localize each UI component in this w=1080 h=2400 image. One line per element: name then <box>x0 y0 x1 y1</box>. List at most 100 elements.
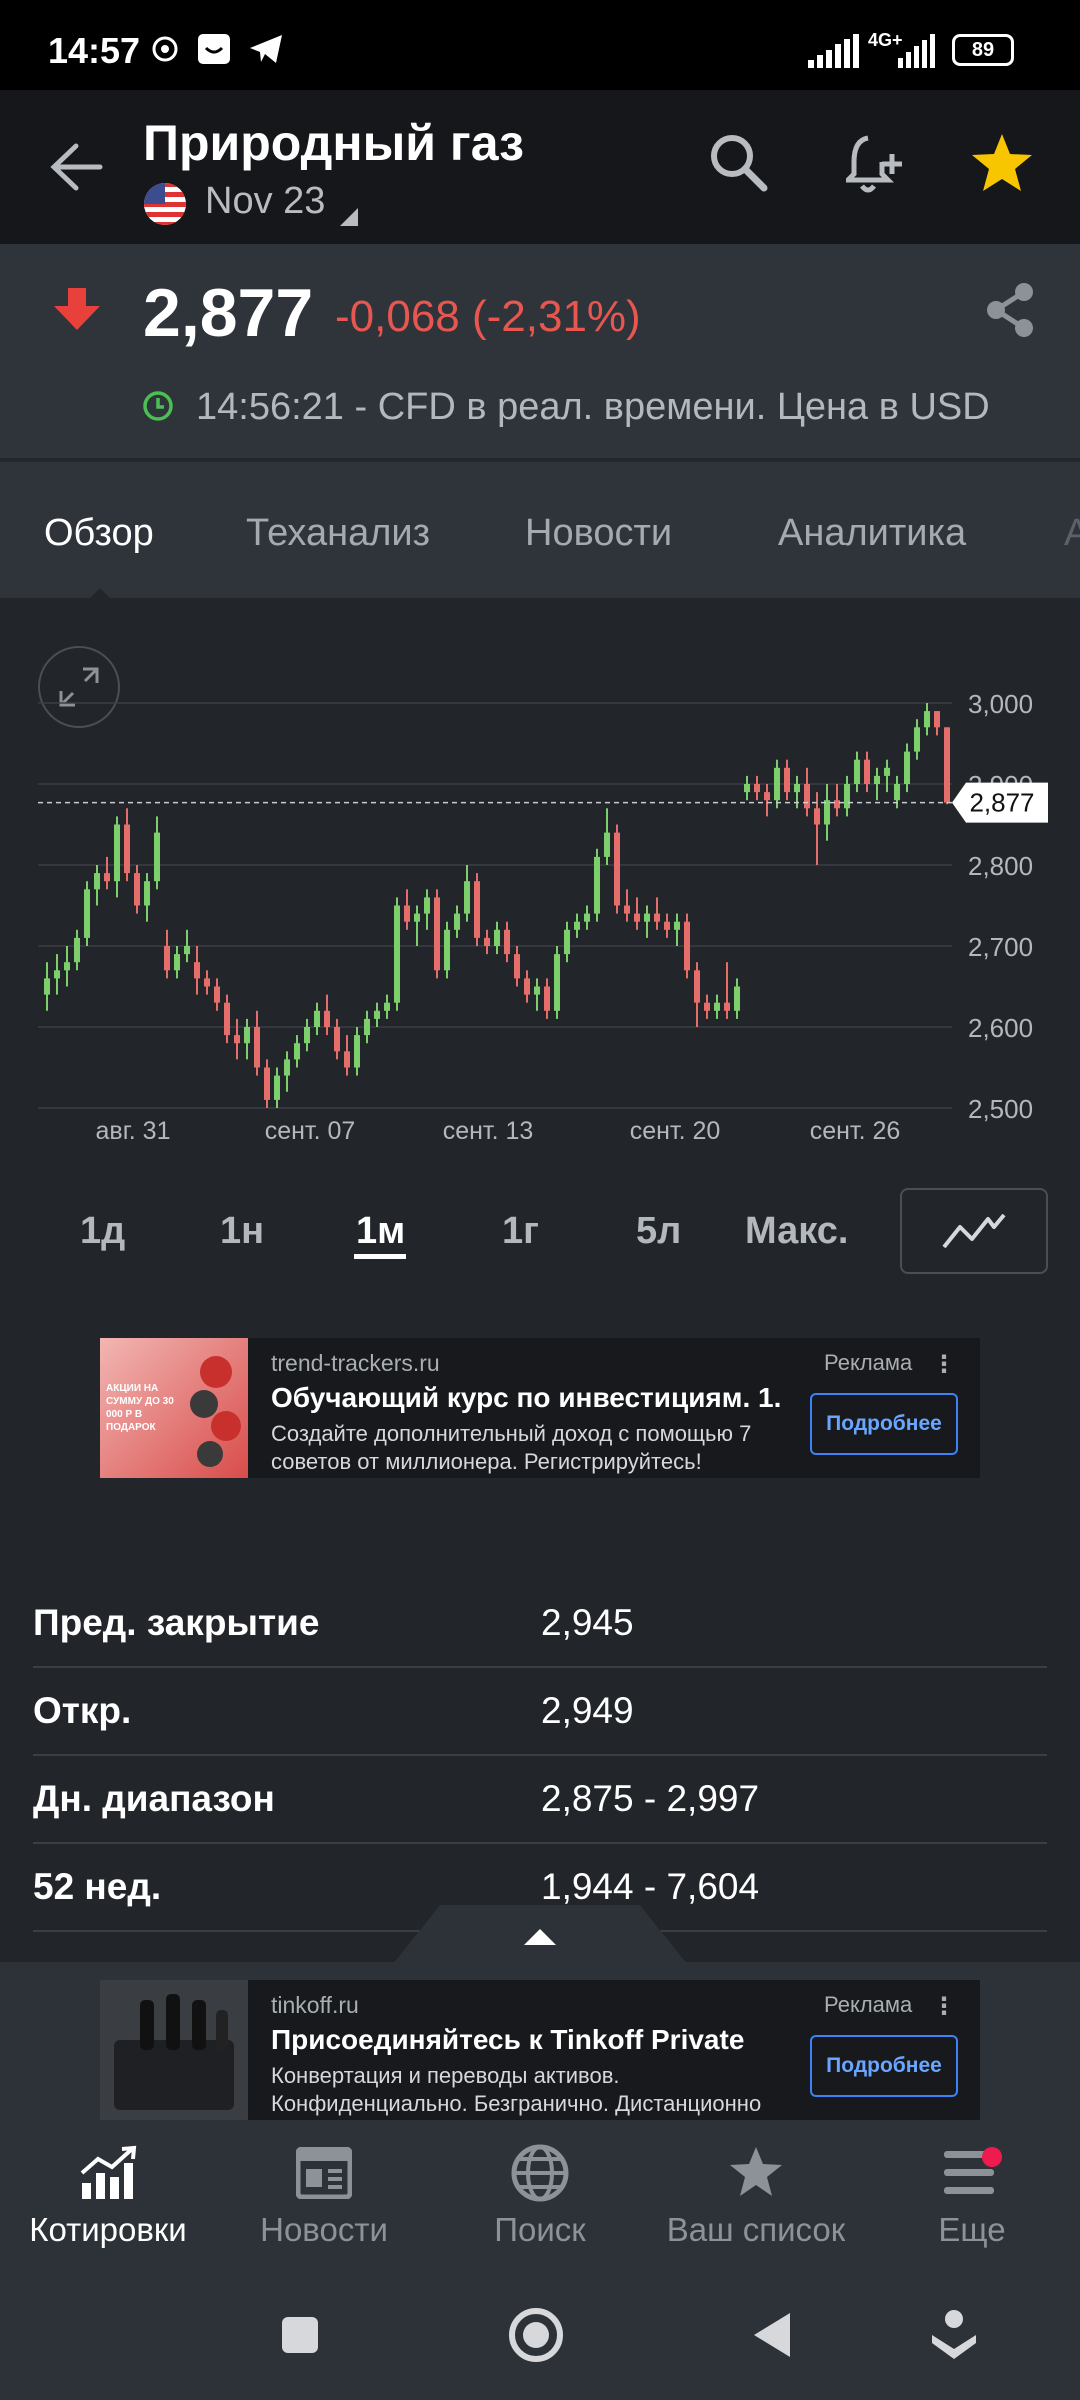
tab-overflow-hint[interactable]: А <box>1064 512 1080 555</box>
stat-value: 1,944 - 7,604 <box>541 1866 760 1907</box>
candle <box>694 970 700 1003</box>
candle <box>404 905 410 922</box>
telegram-icon <box>248 32 284 74</box>
tab-technical[interactable]: Теханализ <box>246 512 430 555</box>
stat-row: Откр. 2,949 <box>33 1668 1047 1756</box>
nav-watchlist[interactable]: Ваш список <box>648 2125 864 2265</box>
ad-banner-1[interactable]: АКЦИИ НА СУММУ ДО 30 000 Р В ПОДАРОК tre… <box>100 1338 980 1478</box>
share-icon[interactable] <box>984 282 1036 343</box>
hide-keyboard-icon[interactable] <box>930 2309 978 2366</box>
nav-quotes[interactable]: Котировки <box>0 2125 216 2265</box>
recents-icon[interactable] <box>280 2315 320 2360</box>
candle <box>904 751 910 784</box>
line-chart-icon[interactable] <box>900 1188 1048 1274</box>
search-icon[interactable] <box>708 132 770 199</box>
candle <box>844 784 850 809</box>
candle <box>204 978 210 987</box>
candle <box>74 937 80 963</box>
us-flag-icon <box>143 182 187 231</box>
candle <box>924 711 930 728</box>
app-header: Природный газ Nov 23 <box>0 90 1080 244</box>
candle <box>94 873 100 890</box>
candle <box>664 921 670 930</box>
candle <box>724 1002 730 1011</box>
newspaper-icon <box>296 2147 352 2199</box>
candle <box>444 929 450 971</box>
more-vert-icon[interactable]: ⋮ <box>932 1992 956 2021</box>
candle <box>504 929 510 955</box>
candle <box>544 986 550 1011</box>
ad-description: Создайте дополнительный доход с помощью … <box>271 1421 752 1474</box>
stat-key: Пред. закрытие <box>33 1602 320 1643</box>
nav-search[interactable]: Поиск <box>432 2125 648 2265</box>
expand-handle[interactable] <box>392 1905 688 1965</box>
candle <box>864 759 870 784</box>
range-5y[interactable]: 5л <box>636 1210 681 1253</box>
range-1y[interactable]: 1г <box>502 1210 539 1253</box>
candle <box>114 824 120 882</box>
candle <box>64 962 70 971</box>
face-notification-icon <box>196 32 232 74</box>
last-price: 2,877 <box>143 275 314 351</box>
y-tick-label: 2,600 <box>968 1013 1033 1043</box>
range-1w[interactable]: 1н <box>220 1210 264 1253</box>
tab-news[interactable]: Новости <box>525 512 672 555</box>
caret-down-icon[interactable] <box>340 208 358 231</box>
nav-label: Котировки <box>29 2211 187 2248</box>
candle <box>534 986 540 995</box>
candle <box>834 800 840 809</box>
ad-banner-2[interactable]: tinkoff.ru Присоединяйтесь к Tinkoff Pri… <box>100 1980 980 2120</box>
ad-domain: tinkoff.ru <box>271 1992 359 2018</box>
range-max[interactable]: Макс. <box>745 1210 848 1253</box>
candle <box>234 1035 240 1044</box>
candle <box>244 1027 250 1044</box>
candle <box>344 1051 350 1068</box>
system-nav-bar <box>0 2265 1080 2400</box>
x-tick-label: сент. 26 <box>810 1117 901 1145</box>
candle <box>814 808 820 825</box>
candle <box>134 873 140 906</box>
star-icon[interactable] <box>970 132 1034 199</box>
contract-selector[interactable]: Nov 23 <box>205 180 325 223</box>
candle <box>124 824 130 874</box>
y-tick-label: 2,800 <box>968 851 1033 881</box>
candle <box>654 913 660 922</box>
nav-label: Новости <box>260 2211 388 2248</box>
stat-value: 2,949 <box>541 1690 634 1731</box>
candle <box>584 913 590 922</box>
y-tick-label: 2,500 <box>968 1094 1033 1124</box>
candle <box>304 1027 310 1044</box>
ad-more-button[interactable]: Подробнее <box>810 1393 958 1455</box>
candle <box>794 784 800 793</box>
stat-row: Пред. закрытие 2,945 <box>33 1580 1047 1668</box>
nav-news[interactable]: Новости <box>216 2125 432 2265</box>
candle <box>54 970 60 979</box>
candle <box>704 1002 710 1011</box>
candle <box>294 1043 300 1060</box>
tab-analytics[interactable]: Аналитика <box>778 512 966 555</box>
more-vert-icon[interactable]: ⋮ <box>932 1350 956 1379</box>
stat-row: Дн. диапазон 2,875 - 2,997 <box>33 1756 1047 1844</box>
ad-image: АКЦИИ НА СУММУ ДО 30 000 Р В ПОДАРОК <box>100 1338 248 1478</box>
arrow-left-icon[interactable] <box>48 142 104 197</box>
nav-label: Ваш список <box>666 2211 846 2248</box>
range-1m[interactable]: 1м <box>356 1210 405 1253</box>
nav-more[interactable]: Еще <box>864 2125 1080 2265</box>
home-icon[interactable] <box>508 2307 564 2368</box>
tab-overview[interactable]: Обзор <box>44 512 154 555</box>
back-icon[interactable] <box>752 2311 792 2364</box>
bell-plus-icon[interactable] <box>841 130 908 201</box>
x-tick-label: авг. 31 <box>96 1117 171 1145</box>
ad-headline[interactable]: Обучающий курс по инвестициям. 1... <box>271 1382 781 1414</box>
candle <box>174 954 180 971</box>
quote-panel: 2,877 -0,068 (-2,31%) 14:56:21 - CFD в р… <box>0 244 1080 458</box>
ad-more-button[interactable]: Подробнее <box>810 2035 958 2097</box>
candle <box>224 1002 230 1036</box>
price-chart[interactable]: 3,0002,9002,8002,7002,6002,500авг. 31сен… <box>0 598 1080 1158</box>
candle <box>764 792 770 801</box>
candle <box>614 832 620 906</box>
ad-headline[interactable]: Присоединяйтесь к Tinkoff Private <box>271 2024 781 2056</box>
candle <box>934 711 940 728</box>
candle <box>454 913 460 930</box>
range-1d[interactable]: 1д <box>80 1210 125 1253</box>
